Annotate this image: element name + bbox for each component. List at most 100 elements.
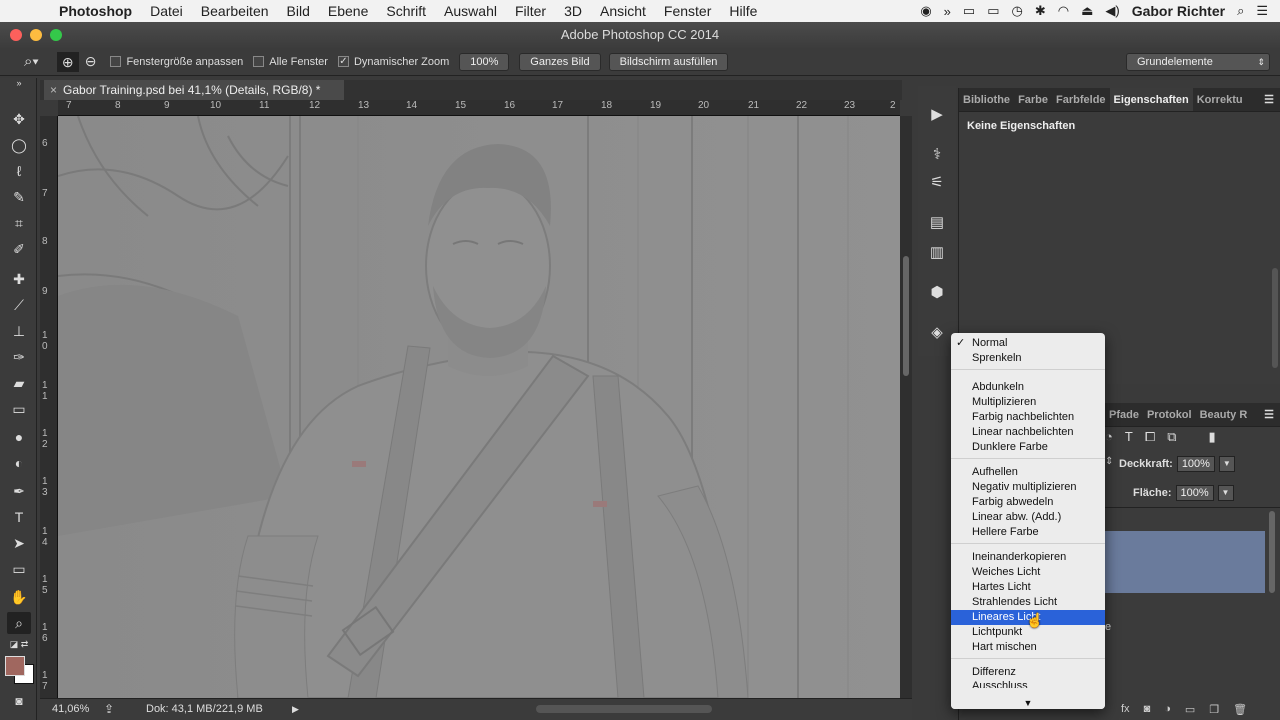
user-name[interactable]: Gabor Richter (1132, 3, 1225, 19)
lasso-tool-icon[interactable]: ℓ (7, 160, 31, 182)
blend-option-strahlendes-licht[interactable]: Strahlendes Licht (951, 595, 1105, 610)
gradient-tool-icon[interactable]: ▭ (7, 398, 31, 420)
volume-icon[interactable]: ◀) (1105, 3, 1119, 19)
checkbox-icon[interactable] (110, 56, 122, 67)
opacity-dropdown-icon[interactable]: ▼ (1218, 456, 1235, 472)
blend-option-negativ-multiplizieren[interactable]: Negativ multiplizieren (951, 480, 1105, 495)
menu-schrift[interactable]: Schrift (377, 3, 435, 19)
tab-eigenschaften[interactable]: Eigenschaften (1109, 88, 1193, 111)
zoom-tool-icon[interactable]: ⌕ (7, 612, 31, 634)
workspace-select[interactable]: Grundelemente ⇕ (1126, 52, 1270, 71)
3d-cube-icon[interactable]: ⬢ (926, 282, 948, 304)
layers-icon[interactable]: ◈ (926, 322, 948, 344)
foreground-color-swatch[interactable] (5, 656, 25, 676)
panel-menu-icon[interactable]: ☰ (1264, 403, 1280, 426)
fill-dropdown-icon[interactable]: ▼ (1217, 485, 1234, 501)
notes-icon[interactable]: ▥ (926, 242, 948, 264)
scrollbar-thumb[interactable] (903, 256, 909, 376)
status-menu-arrow-icon[interactable]: ▶ (292, 699, 299, 719)
fit-window-option[interactable]: Fenstergröße anpassen (110, 56, 243, 68)
checkmark-icon[interactable]: ✓ (337, 56, 349, 67)
zoom-out-icon[interactable]: ⊖ (85, 53, 97, 70)
quick-selection-tool-icon[interactable]: ✎ (7, 186, 31, 208)
forward-icon[interactable]: » (944, 4, 951, 19)
eraser-tool-icon[interactable]: ▰ (7, 372, 31, 394)
menu-ansicht[interactable]: Ansicht (591, 3, 655, 19)
fill-input[interactable]: 100% (1175, 485, 1214, 501)
blend-option-linear-abwedeln[interactable]: Linear abw. (Add.) (951, 510, 1105, 525)
brush-tool-icon[interactable]: ⟋ (7, 294, 31, 316)
horizontal-scrollbar-thumb[interactable] (536, 705, 712, 713)
blend-option-multiplizieren[interactable]: Multiplizieren (951, 395, 1105, 410)
rectangle-tool-icon[interactable]: ▭ (7, 558, 31, 580)
filter-type-icon[interactable]: T (1125, 429, 1133, 445)
clone-stamp-tool-icon[interactable]: ⊥ (7, 320, 31, 342)
menu-bearbeiten[interactable]: Bearbeiten (192, 3, 278, 19)
document-tab[interactable]: × Gabor Training.psd bei 41,1% (Details, … (44, 80, 344, 100)
menu-bild[interactable]: Bild (278, 3, 319, 19)
blend-option-sprenkeln[interactable]: Sprenkeln (951, 351, 1105, 366)
panel-menu-icon[interactable]: ☰ (1264, 88, 1280, 111)
marquee-tool-icon[interactable]: ◯ (7, 134, 31, 156)
blend-option-farbig-abwedeln[interactable]: Farbig abwedeln (951, 495, 1105, 510)
quick-mask-icon[interactable]: ◙ (7, 690, 31, 712)
blend-option-differenz[interactable]: Differenz (951, 665, 1105, 680)
blend-mode-select-edge[interactable]: ⇕ (1105, 456, 1113, 467)
collapse-icon[interactable]: » (7, 78, 31, 88)
folder-icon[interactable]: ▭ (1185, 703, 1195, 716)
dynamic-zoom-option[interactable]: ✓ Dynamischer Zoom (337, 56, 449, 68)
wifi-icon[interactable]: ◠ (1058, 3, 1069, 19)
time-machine-icon[interactable]: ◷ (1011, 3, 1022, 19)
blend-option-aufhellen[interactable]: Aufhellen (951, 465, 1105, 480)
zoom-100-button[interactable]: 100% (459, 52, 510, 71)
scroll-down-arrow-icon[interactable]: ▼ (951, 697, 1105, 709)
tab-farbfelder[interactable]: Farbfelde (1052, 88, 1110, 111)
crop-tool-icon[interactable]: ⌗ (7, 212, 31, 234)
healing-brush-tool-icon[interactable]: ✚ (7, 268, 31, 290)
blend-option-dunklere-farbe[interactable]: Dunklere Farbe (951, 440, 1105, 455)
spotlight-icon[interactable]: ⌕ (1237, 3, 1244, 19)
menu-hilfe[interactable]: Hilfe (720, 3, 766, 19)
close-tab-icon[interactable]: × (50, 83, 57, 97)
menu-fenster[interactable]: Fenster (655, 3, 720, 19)
blend-option-hellere-farbe[interactable]: Hellere Farbe (951, 525, 1105, 540)
trash-icon[interactable]: 🗑 (1233, 703, 1247, 716)
blend-option-ausschluss[interactable]: Ausschluss (951, 680, 1105, 688)
menu-auswahl[interactable]: Auswahl (435, 3, 506, 19)
minimize-window-button[interactable] (30, 29, 42, 41)
panel-scrollbar[interactable] (1272, 268, 1278, 368)
layer-style-icon[interactable]: fx (1121, 703, 1130, 715)
blend-option-weiches-licht[interactable]: Weiches Licht (951, 565, 1105, 580)
blend-option-abdunkeln[interactable]: Abdunkeln (951, 380, 1105, 395)
tab-bibliotheken[interactable]: Bibliothe (959, 88, 1014, 111)
tab-pfade[interactable]: Pfade (1105, 403, 1143, 426)
zoom-in-icon[interactable]: ⊕ (56, 51, 79, 72)
filter-shape-icon[interactable]: ⧠ (1145, 429, 1155, 445)
bluetooth-icon[interactable]: ✱ (1035, 3, 1046, 19)
blend-option-ineinanderkopieren[interactable]: Ineinanderkopieren (951, 550, 1105, 565)
battery-icon[interactable]: ▭ (963, 3, 975, 19)
type-tool-icon[interactable]: T (7, 506, 31, 528)
tab-beauty-retusche[interactable]: Beauty R (1196, 403, 1252, 426)
opacity-input[interactable]: 100% (1176, 456, 1215, 472)
default-colors-icon[interactable]: ◪ ⇄ (7, 638, 31, 650)
menu-filter[interactable]: Filter (506, 3, 555, 19)
tab-farbe[interactable]: Farbe (1014, 88, 1052, 111)
path-selection-tool-icon[interactable]: ➤ (7, 532, 31, 554)
zoom-level[interactable]: 41,06% (52, 699, 89, 719)
zoom-tool-icon[interactable]: ⌕▾ (24, 53, 39, 70)
menu-ebene[interactable]: Ebene (319, 3, 377, 19)
eject-icon[interactable]: ⏏ (1081, 3, 1093, 19)
layer-name-partial[interactable]: e (1105, 621, 1111, 633)
document-canvas[interactable] (58, 116, 900, 698)
eyedropper-tool-icon[interactable]: ✐ (7, 238, 31, 260)
maximize-window-button[interactable] (50, 29, 62, 41)
record-icon[interactable]: ◉ (920, 3, 931, 19)
adjustments-icon[interactable]: ⚟ (926, 172, 948, 194)
blend-option-hartes-licht[interactable]: Hartes Licht (951, 580, 1105, 595)
blend-option-farbig-nachbelichten[interactable]: Farbig nachbelichten (951, 410, 1105, 425)
all-windows-option[interactable]: Alle Fenster (253, 56, 328, 68)
play-actions-icon[interactable]: ▶ (926, 104, 948, 126)
canvas-vertical-scrollbar[interactable] (900, 116, 912, 698)
menu-3d[interactable]: 3D (555, 3, 591, 19)
